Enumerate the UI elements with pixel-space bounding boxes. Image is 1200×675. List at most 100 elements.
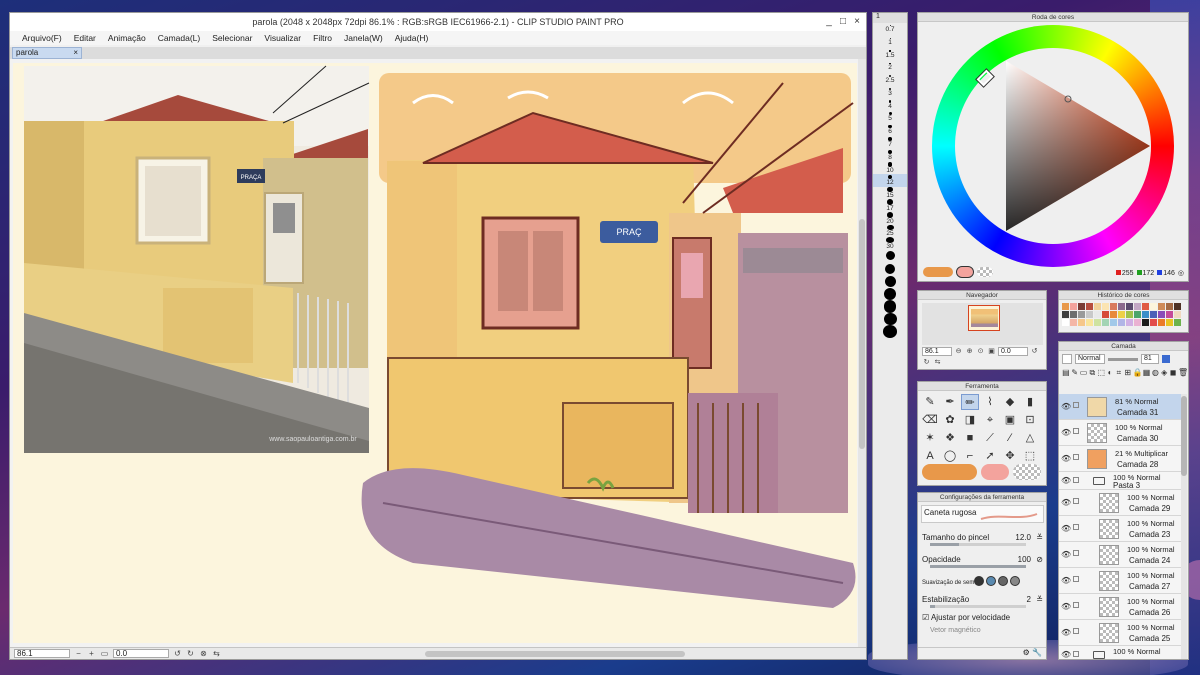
layer-lock-icon[interactable]	[1073, 651, 1079, 657]
eye-icon[interactable]: 👁	[1061, 576, 1071, 585]
history-color-swatch[interactable]	[1174, 303, 1181, 310]
eye-icon[interactable]: 👁	[1061, 454, 1071, 463]
smoothing-option-icon[interactable]	[1010, 576, 1020, 586]
rotation-field[interactable]: 0.0	[113, 649, 169, 658]
history-color-swatch[interactable]	[1126, 311, 1133, 318]
history-color-swatch[interactable]	[1158, 319, 1165, 326]
blend-mode-select[interactable]: Normal	[1075, 354, 1105, 364]
canvas-paper[interactable]: PRAÇA www.saopauloantiga.com.br PRAÇ	[13, 63, 857, 643]
main-color-chip[interactable]	[923, 267, 953, 277]
eraser-icon[interactable]: ▮	[1021, 394, 1039, 410]
eye-icon[interactable]: 👁	[1061, 628, 1071, 637]
smoothing-option-icon[interactable]	[986, 576, 996, 586]
opacity-value[interactable]: 100	[1018, 555, 1031, 564]
clip-icon[interactable]: ⌗	[1115, 367, 1123, 378]
rotate-right-icon[interactable]: ↻	[186, 649, 195, 658]
layer-folder-row[interactable]: 👁 100 % Normal	[1059, 646, 1181, 659]
history-color-swatch[interactable]	[1150, 311, 1157, 318]
ruler-icon[interactable]: ⌐	[961, 448, 979, 464]
menu-layer[interactable]: Camada(L)	[152, 31, 207, 45]
pen-nib-icon[interactable]: ✏	[961, 394, 979, 410]
navigator-preview[interactable]	[922, 303, 1043, 345]
minimize-button[interactable]: _	[822, 13, 836, 31]
brush-size-option[interactable]: 12	[873, 174, 907, 187]
history-color-swatch[interactable]	[1166, 303, 1173, 310]
history-color-swatch[interactable]	[1086, 319, 1093, 326]
history-color-swatch[interactable]	[1110, 311, 1117, 318]
maximize-button[interactable]: □	[836, 13, 850, 31]
history-color-swatch[interactable]	[1134, 303, 1141, 310]
fill-bucket-icon[interactable]: ◆	[1001, 394, 1019, 410]
navigator-thumbnail[interactable]	[968, 305, 1000, 331]
layer-row[interactable]: 👁 21 % Multiplicar Camada 28	[1059, 446, 1181, 472]
menu-help[interactable]: Ajuda(H)	[389, 31, 435, 45]
transparent-chip[interactable]	[977, 267, 993, 277]
gradient-icon[interactable]: ◨	[961, 412, 979, 428]
canvas-area[interactable]: PRAÇA www.saopauloantiga.com.br PRAÇ	[10, 59, 866, 651]
nav-zoom-out-icon[interactable]: ⊖	[954, 347, 963, 356]
layer-row[interactable]: 👁 100 % Normal Camada 30	[1059, 420, 1181, 446]
brush2-icon[interactable]: ∕	[1001, 430, 1019, 446]
layer-lock-icon[interactable]	[1073, 498, 1079, 504]
spin-icon[interactable]: ≚	[1036, 533, 1043, 542]
history-color-swatch[interactable]	[1102, 303, 1109, 310]
smoothing-option-icon[interactable]	[974, 576, 984, 586]
brush-size-option[interactable]: 120	[873, 325, 907, 338]
speed-checkbox-icon[interactable]: ☑	[922, 613, 929, 622]
layer-row[interactable]: 👁 100 % Normal Camada 25	[1059, 620, 1181, 646]
smoothing-option-icon[interactable]	[998, 576, 1008, 586]
history-color-swatch[interactable]	[1142, 303, 1149, 310]
layer-lock-icon[interactable]	[1073, 428, 1079, 434]
pen-icon[interactable]: ✎	[921, 394, 939, 410]
draft-icon[interactable]: ◈	[1160, 367, 1168, 378]
history-color-swatch[interactable]	[1078, 303, 1085, 310]
stabilization-row[interactable]: Estabilização 2 ≚	[922, 595, 1043, 608]
zoom-field[interactable]: 86.1	[14, 649, 70, 658]
layer-folder-row[interactable]: 👁 100 % Normal Pasta 3	[1059, 472, 1181, 490]
history-color-swatch[interactable]	[1118, 303, 1125, 310]
new-folder-icon[interactable]: ▭	[1080, 367, 1088, 378]
saturation-triangle[interactable]	[918, 13, 1190, 283]
brush-size-option[interactable]: 0.7	[873, 23, 907, 36]
zoom-in-icon[interactable]: +	[87, 649, 96, 658]
brush-size-option[interactable]: 5	[873, 111, 907, 124]
history-color-swatch[interactable]	[1070, 303, 1077, 310]
history-color-swatch[interactable]	[1142, 311, 1149, 318]
layer-lock-icon[interactable]	[1073, 477, 1079, 483]
history-color-swatch[interactable]	[1166, 311, 1173, 318]
arrow-icon[interactable]: ➚	[981, 448, 999, 464]
history-color-swatch[interactable]	[1078, 311, 1085, 318]
settings-gear-icon[interactable]: ⚙	[1023, 648, 1030, 657]
brush-size-option[interactable]: 6	[873, 124, 907, 137]
menu-file[interactable]: Arquivo(F)	[16, 31, 68, 45]
copy-layer-icon[interactable]: ⧉	[1088, 367, 1096, 378]
layer-lock-icon[interactable]	[1073, 602, 1079, 608]
eye-icon[interactable]: 👁	[1061, 550, 1071, 559]
close-button[interactable]: ×	[850, 13, 864, 31]
rotate-left-icon[interactable]: ↺	[173, 649, 182, 658]
figure-icon[interactable]: △	[1021, 430, 1039, 446]
history-color-swatch[interactable]	[1110, 319, 1117, 326]
history-color-swatch[interactable]	[1150, 319, 1157, 326]
brush-size-option[interactable]: 2	[873, 61, 907, 74]
brush-size-option[interactable]: 60	[873, 275, 907, 288]
sub-color-chip[interactable]	[981, 464, 1009, 480]
nav-fit-icon[interactable]: ⊙	[976, 347, 985, 356]
brush-size-option[interactable]: 25	[873, 224, 907, 237]
history-color-swatch[interactable]	[1142, 319, 1149, 326]
layer-lock-icon[interactable]	[1073, 550, 1079, 556]
new-vector-icon[interactable]: ✎	[1071, 367, 1079, 378]
layer-lock-icon[interactable]	[1073, 454, 1079, 460]
folder-icon[interactable]	[1093, 651, 1105, 659]
brush-size-option[interactable]: 20	[873, 211, 907, 225]
mask-icon[interactable]: ◐	[1106, 367, 1114, 378]
link-icon[interactable]: ⊘	[1036, 555, 1043, 564]
history-color-swatch[interactable]	[1070, 311, 1077, 318]
layer-lock-icon[interactable]	[1073, 576, 1079, 582]
layer-row[interactable]: 👁 100 % Normal Camada 29	[1059, 490, 1181, 516]
sub-color-chip[interactable]	[956, 266, 974, 278]
layer-row[interactable]: 👁 100 % Normal Camada 24	[1059, 542, 1181, 568]
eye-icon[interactable]: 👁	[1061, 524, 1071, 533]
history-color-swatch[interactable]	[1166, 319, 1173, 326]
new-layer-icon[interactable]: ▤	[1062, 367, 1070, 378]
